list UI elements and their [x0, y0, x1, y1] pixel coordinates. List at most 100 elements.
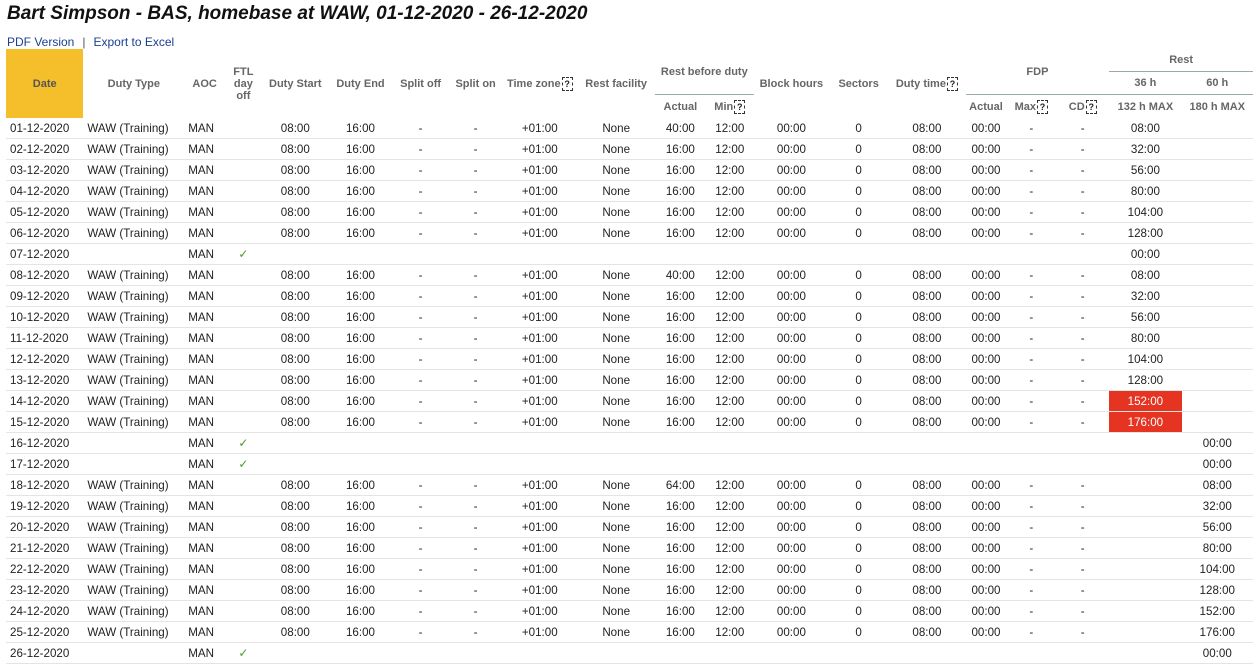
cell-aoc: MAN [184, 306, 226, 328]
cell-ftl-day-off: ✓ [225, 642, 262, 664]
table-row: 07-12-2020 MAN ✓ 00:00 [6, 243, 1253, 265]
cell-ftl-day-off [225, 516, 262, 538]
table-row: 23-12-2020 WAW (Training) MAN 08:00 16:00- - +… [6, 579, 1253, 601]
cell-ftl-day-off [225, 600, 262, 622]
cell-rbd-min: 12:00 [705, 201, 754, 223]
cell-rbd-actual: 16:00 [654, 579, 706, 601]
cell-aoc: MAN [184, 264, 226, 286]
cell-split-on: - [449, 537, 503, 559]
cell-rest-facility [577, 432, 655, 454]
cell-rest-36h: 56:00 [1109, 159, 1182, 181]
cell-rbd-min: 12:00 [705, 600, 754, 622]
cell-rest-facility: None [577, 159, 655, 181]
cell-fdp-cd: - [1056, 390, 1110, 412]
cell-duty-type: WAW (Training) [83, 390, 185, 412]
cell-rest-60h: 176:00 [1181, 621, 1253, 643]
cell-rbd-actual: 16:00 [654, 495, 706, 517]
cell-duty-end: 16:00 [328, 201, 393, 223]
col-date[interactable]: Date [6, 49, 84, 118]
help-icon[interactable]: ? [1085, 99, 1097, 114]
cell-rest-facility: None [577, 474, 655, 496]
cell-sectors [829, 432, 889, 454]
cell-sectors: 0 [829, 579, 889, 601]
cell-duty-type: WAW (Training) [83, 201, 185, 223]
cell-time-zone: +01:00 [502, 306, 578, 328]
cell-duty-end [328, 453, 393, 475]
cell-duty-time [888, 453, 966, 475]
cell-block-hours [753, 453, 830, 475]
cell-fdp-max: - [1006, 537, 1057, 559]
cell-date: 19-12-2020 [6, 495, 84, 517]
cell-rbd-actual: 16:00 [654, 327, 706, 349]
cell-duty-start: 08:00 [261, 180, 329, 202]
fdp-max-label: Max [1014, 100, 1036, 113]
cell-ftl-day-off [225, 327, 262, 349]
cell-split-off: - [392, 264, 450, 286]
help-icon[interactable]: ? [734, 99, 746, 114]
cell-ftl-day-off [225, 474, 262, 496]
cell-fdp-max: - [1006, 264, 1057, 286]
cell-date: 25-12-2020 [6, 621, 84, 643]
cell-rest-60h [1181, 285, 1253, 307]
cell-date: 16-12-2020 [6, 432, 84, 454]
table-header: Date Duty Type AOC FTL day off Duty Start … [6, 49, 1253, 118]
cell-time-zone: +01:00 [502, 495, 578, 517]
help-icon[interactable]: ? [946, 76, 958, 91]
cell-rbd-actual: 16:00 [654, 138, 706, 160]
cell-duty-start: 08:00 [261, 201, 329, 223]
cell-split-off: - [392, 159, 450, 181]
cell-fdp-actual [965, 432, 1007, 454]
cell-block-hours: 00:00 [753, 600, 830, 622]
cell-sectors: 0 [829, 558, 889, 580]
link-separator: | [82, 35, 86, 49]
cell-block-hours: 00:00 [753, 138, 830, 160]
cell-split-off: - [392, 495, 450, 517]
cell-fdp-cd: - [1056, 348, 1110, 370]
table-row: 10-12-2020 WAW (Training) MAN 08:00 16:00- - +… [6, 306, 1253, 328]
cell-rest-60h: 56:00 [1181, 516, 1253, 538]
cell-aoc: MAN [184, 600, 226, 622]
check-icon: ✓ [238, 436, 249, 450]
cell-date: 22-12-2020 [6, 558, 84, 580]
cell-date: 09-12-2020 [6, 285, 84, 307]
cell-rest-60h [1181, 138, 1253, 160]
cell-block-hours: 00:00 [753, 285, 830, 307]
cell-fdp-cd: - [1056, 537, 1110, 559]
cell-rbd-actual: 16:00 [654, 369, 706, 391]
help-icon[interactable]: ? [1037, 99, 1048, 114]
cell-fdp-cd: - [1056, 579, 1110, 601]
cell-duty-end: 16:00 [328, 621, 393, 643]
cell-sectors [829, 453, 889, 475]
help-icon[interactable]: ? [561, 76, 573, 91]
cell-split-on [449, 243, 503, 265]
cell-fdp-actual: 00:00 [965, 118, 1007, 139]
col-fdp-actual: Actual [969, 100, 1003, 113]
cell-aoc: MAN [184, 118, 226, 139]
cell-ftl-day-off [225, 579, 262, 601]
export-excel-link[interactable]: Export to Excel [93, 35, 174, 49]
col-duty-start: Duty Start [269, 77, 322, 90]
cell-rest-36h: 176:00 [1109, 411, 1182, 433]
cell-fdp-actual: 00:00 [965, 138, 1007, 160]
cell-duty-end: 16:00 [328, 474, 393, 496]
cell-fdp-cd: - [1056, 621, 1110, 643]
cell-fdp-actual: 00:00 [965, 600, 1007, 622]
cell-sectors: 0 [829, 306, 889, 328]
col-rest-60h: 60 h [1181, 71, 1253, 95]
cell-fdp-max: - [1006, 621, 1057, 643]
cell-duty-end: 16:00 [328, 285, 393, 307]
cell-fdp-max: - [1006, 285, 1057, 307]
cell-split-off: - [392, 222, 450, 244]
cell-rbd-actual [654, 243, 706, 265]
cell-block-hours: 00:00 [753, 579, 830, 601]
cell-fdp-cd: - [1056, 222, 1110, 244]
cell-split-on: - [449, 600, 503, 622]
pdf-version-link[interactable]: PDF Version [7, 35, 74, 49]
cell-ftl-day-off: ✓ [225, 432, 262, 454]
cell-split-off: - [392, 579, 450, 601]
cell-date: 26-12-2020 [6, 642, 84, 664]
cell-rest-facility: None [577, 222, 655, 244]
cell-duty-type: WAW (Training) [83, 138, 185, 160]
cell-rest-60h: 80:00 [1181, 537, 1253, 559]
cell-fdp-actual: 00:00 [965, 516, 1007, 538]
